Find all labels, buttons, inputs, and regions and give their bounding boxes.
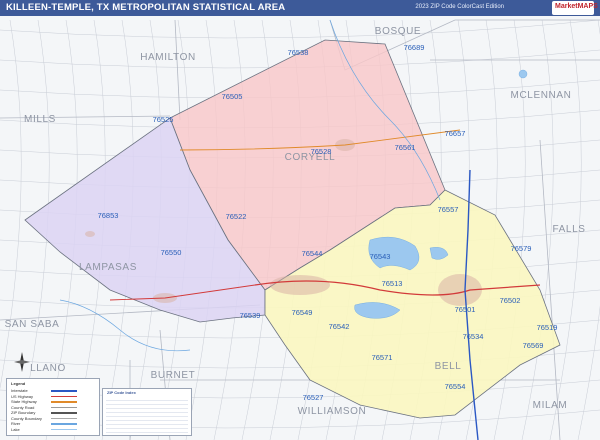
zip-label: 76579 [511,244,532,253]
zip-label: 76542 [329,322,350,331]
road-line [0,19,600,39]
zip-label: 76527 [303,393,324,402]
county-label-falls: FALLS [552,224,585,235]
edition-label: 2023 ZIP Code ColorCast Edition [415,4,504,10]
legend-item: River [11,421,95,426]
county-label-hamilton: HAMILTON [140,52,196,63]
zip-label: 76561 [395,143,416,152]
legend-swatch [51,395,77,397]
zip-label: 76505 [222,92,243,101]
zip-label: 76539 [240,311,261,320]
legend-title: Legend [11,381,26,386]
county-label-mclennan: MCLENNAN [511,90,572,101]
legend-swatch [51,412,77,414]
map-frame: KILLEEN-TEMPLE, TX METROPOLITAN STATISTI… [0,0,600,440]
zip-label: 76657 [445,129,466,138]
zip-label: 76502 [500,296,521,305]
zip-label: 76525 [153,115,174,124]
title-bar: KILLEEN-TEMPLE, TX METROPOLITAN STATISTI… [0,0,600,16]
zip-index-rows [106,397,188,433]
zip-label: 76554 [445,382,466,391]
zip-label: 76522 [226,212,247,221]
legend-label: State Highway [11,399,37,404]
zip-label: 76557 [438,205,459,214]
legend-item: ZIP Boundary [11,410,95,415]
legend-swatch [51,401,77,403]
zip-label: 76549 [292,308,313,317]
county-label-burnet: BURNET [151,370,196,381]
legend-label: River [11,421,21,426]
road-line [521,19,554,440]
zip-label: 76571 [372,353,393,362]
county-label-mills: MILLS [24,114,56,125]
legend-label: US Highway [11,393,34,399]
zip-label: 76853 [98,211,119,220]
zip-index-panel: ZIP Code Index [102,388,192,436]
legend-item: US Highway [11,394,95,399]
county-label-llano: LLANO [30,363,66,374]
county-label-lampasas: LAMPASAS [79,262,137,273]
legend-panel: Legend Interstate US Highway State Highway… [6,378,100,436]
legend-item: State Highway [11,399,95,404]
legend-item: County Road [11,405,95,410]
legend-swatch [51,428,77,430]
logo-text: MarketMAPS [555,3,598,10]
county-label-williamson: WILLIAMSON [298,406,367,417]
legend-item: County Boundary [11,416,95,421]
zip-label: 76519 [537,323,558,332]
county-label-milam: MILAM [533,400,568,411]
road-line [0,19,22,390]
publisher-logo: MarketMAPS [552,1,598,15]
zip-label: 76550 [161,248,182,257]
legend-swatch [51,417,77,419]
map-canvas: HAMILTONBOSQUEMILLSMCLENNANCORYELLFALLSL… [0,19,600,440]
zip-label: 76501 [455,305,476,314]
legend-swatch [51,406,77,408]
legend-label: ZIP Boundary [11,410,36,415]
zip-label: 76543 [370,252,391,261]
compass-icon [14,352,30,372]
zip-label: 76513 [382,279,403,288]
zip-label: 76569 [523,341,544,350]
zip-label: 76544 [302,249,323,258]
zip-label: 76689 [404,43,425,52]
legend-swatch [51,390,77,392]
zip-label: 76534 [463,332,484,341]
county-label-san-saba: SAN SABA [5,319,60,330]
county-label-bosque: BOSQUE [375,26,421,37]
legend-label: County Boundary [11,415,42,421]
map-title: KILLEEN-TEMPLE, TX METROPOLITAN STATISTI… [6,2,286,13]
zip-index-title: ZIP Code Index [107,390,136,395]
legend-label: County Road [11,404,35,410]
zip-label: 76528 [311,147,332,156]
county-label-bell: BELL [435,361,462,372]
legend-label: Lake [11,426,20,432]
legend-label: Interstate [11,388,28,393]
legend-swatch [51,423,77,425]
legend-item: Interstate [11,388,95,393]
legend-item: Lake [11,427,95,432]
zip-label: 76538 [288,48,309,57]
